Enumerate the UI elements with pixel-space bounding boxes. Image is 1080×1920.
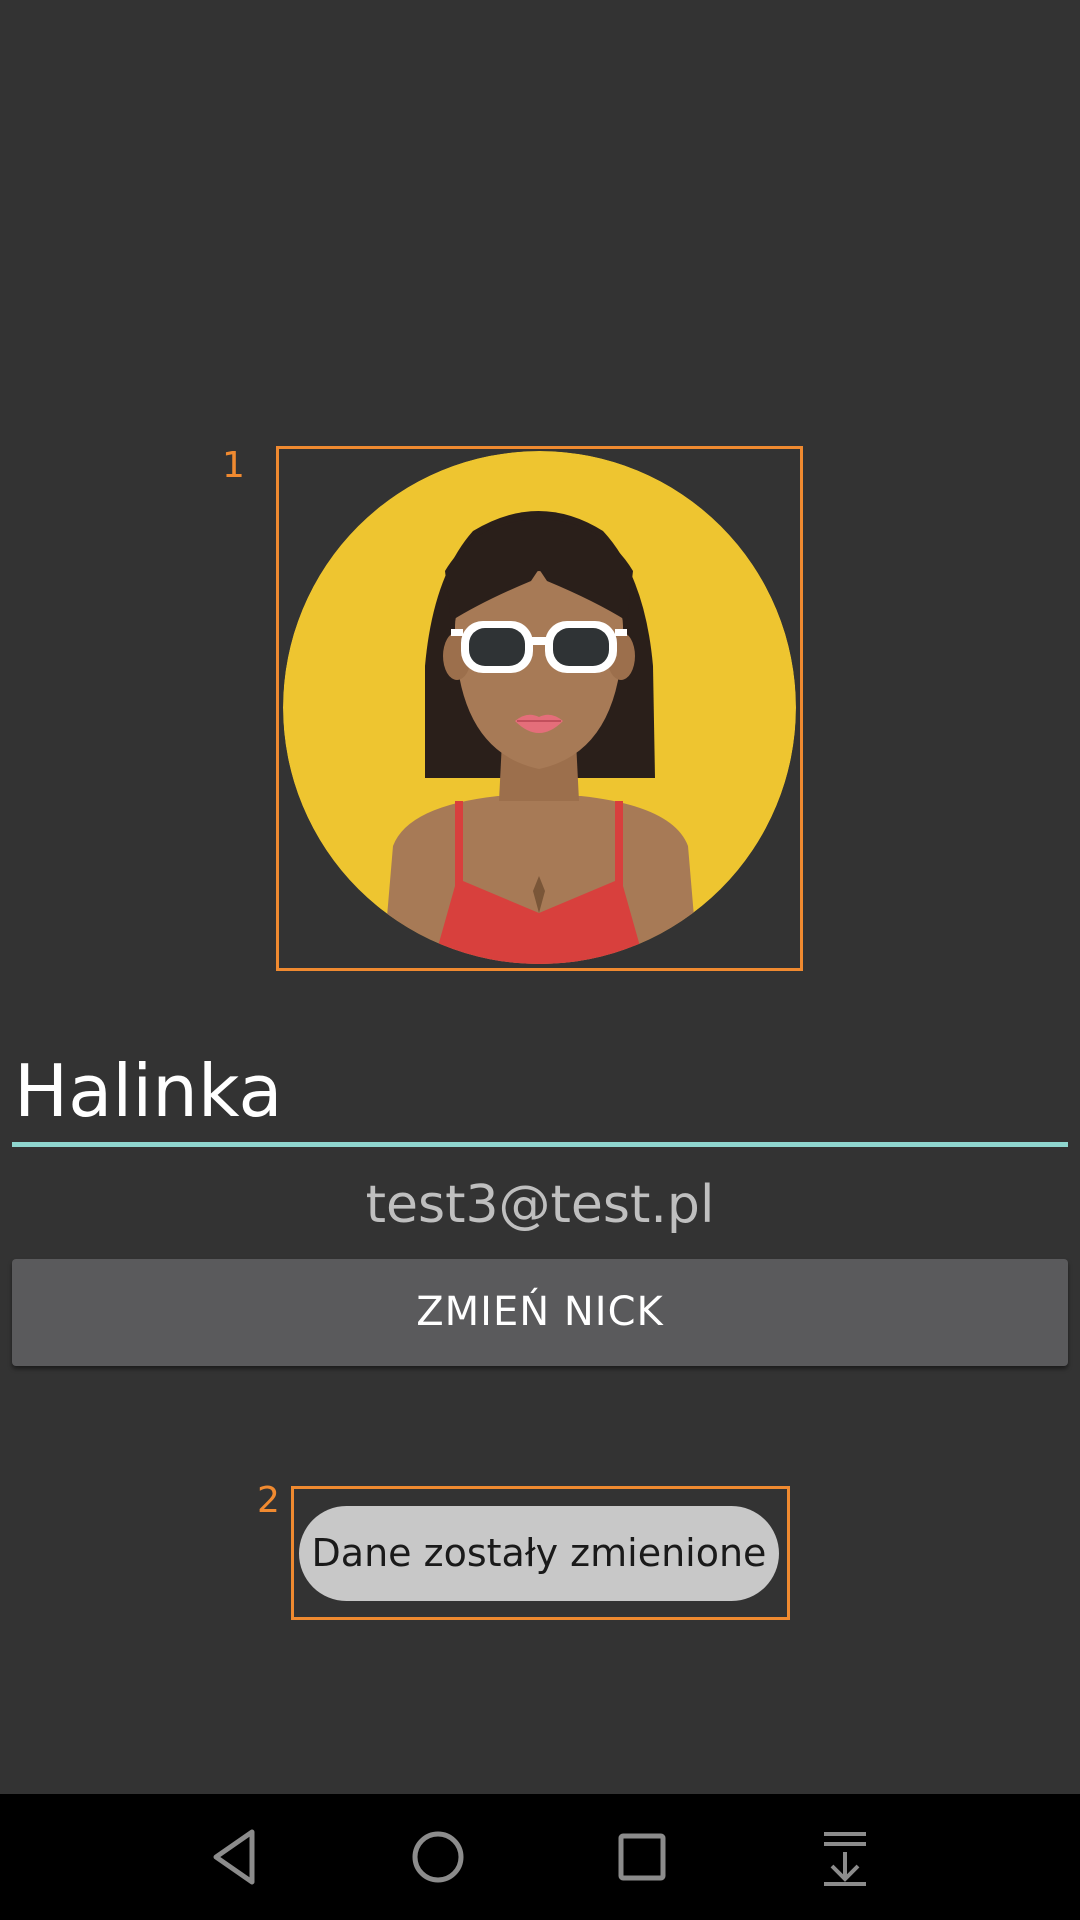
system-navigation-bar xyxy=(0,1794,1080,1920)
nick-input[interactable]: Halinka xyxy=(12,1035,1068,1147)
annotation-label-1: 1 xyxy=(222,445,245,486)
annotation-label-2: 2 xyxy=(257,1480,280,1521)
woman-with-sunglasses-icon xyxy=(283,451,796,964)
back-icon[interactable] xyxy=(200,1822,270,1892)
home-icon[interactable] xyxy=(403,1822,473,1892)
email-text: test3@test.pl xyxy=(365,1175,715,1235)
toast-message: Dane zostały zmienione xyxy=(299,1506,779,1601)
recent-apps-icon[interactable] xyxy=(607,1822,677,1892)
notifications-pull-icon[interactable] xyxy=(810,1822,880,1892)
avatar[interactable] xyxy=(283,451,796,964)
change-nick-button[interactable]: ZMIEŃ NICK xyxy=(12,1259,1068,1366)
